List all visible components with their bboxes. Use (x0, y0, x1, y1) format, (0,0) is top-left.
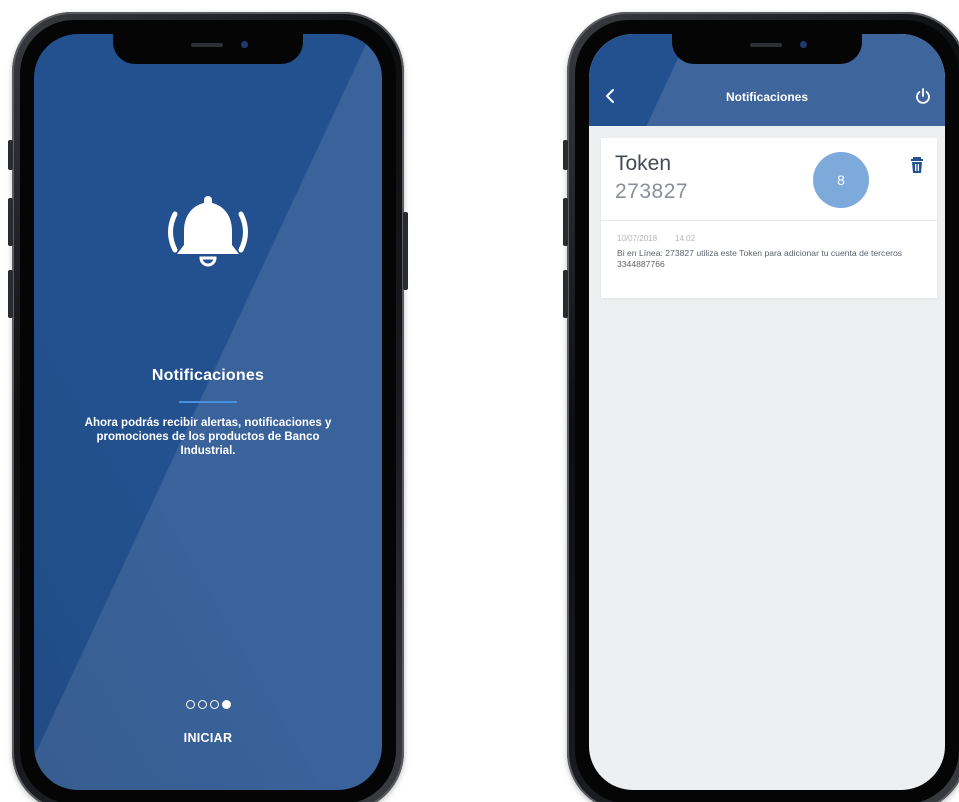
background-highlight (34, 34, 382, 790)
onboarding-screen: Notificaciones Ahora podrás recibir aler… (34, 34, 382, 790)
power-side-button (403, 212, 408, 290)
onboarding-title: Notificaciones (151, 367, 265, 384)
notification-message: Bi en Línea: 273827 utiliza este Token p… (617, 248, 903, 269)
camera (800, 41, 807, 48)
pagination-dot-4-active[interactable] (221, 700, 231, 709)
notification-title: Token (615, 152, 672, 175)
power-icon[interactable] (913, 86, 933, 106)
pagination-dot-3[interactable] (209, 700, 219, 709)
card-divider (601, 220, 937, 221)
pagination-dot-1[interactable] (185, 700, 195, 709)
notification-date: 10/07/2018 (617, 234, 658, 243)
notch (672, 34, 862, 64)
phone-frame-right: Notificaciones Token 273827 8 10/07/2018… (563, 12, 959, 802)
volume-down-button (563, 270, 568, 318)
title-divider (179, 401, 237, 403)
start-button[interactable]: INICIAR (184, 731, 233, 745)
bell-ringing-icon (153, 184, 263, 284)
volume-down-button (8, 270, 13, 318)
notification-badge: 8 (813, 152, 869, 208)
notch (113, 34, 303, 64)
notification-meta: 10/07/2018 14:02 (617, 234, 695, 243)
volume-up-button (563, 198, 568, 246)
notification-card[interactable]: Token 273827 8 10/07/2018 14:02 Bi en Lín… (601, 138, 937, 298)
mute-switch (563, 140, 568, 170)
speaker (750, 43, 782, 47)
trash-icon[interactable] (909, 156, 925, 174)
notification-time: 14:02 (675, 234, 696, 243)
camera (241, 41, 248, 48)
token-code: 273827 (615, 180, 689, 203)
onboarding-description: Ahora podrás recibir alertas, notificaci… (84, 417, 332, 457)
mute-switch (8, 140, 13, 170)
header-title: Notificaciones (725, 90, 809, 104)
phone-frame-left: Notificaciones Ahora podrás recibir aler… (8, 12, 408, 802)
pagination-dot-2[interactable] (197, 700, 207, 709)
notifications-screen: Notificaciones Token 273827 8 10/07/2018… (589, 34, 945, 790)
volume-up-button (8, 198, 13, 246)
pagination-dots (34, 700, 382, 709)
speaker (191, 43, 223, 47)
